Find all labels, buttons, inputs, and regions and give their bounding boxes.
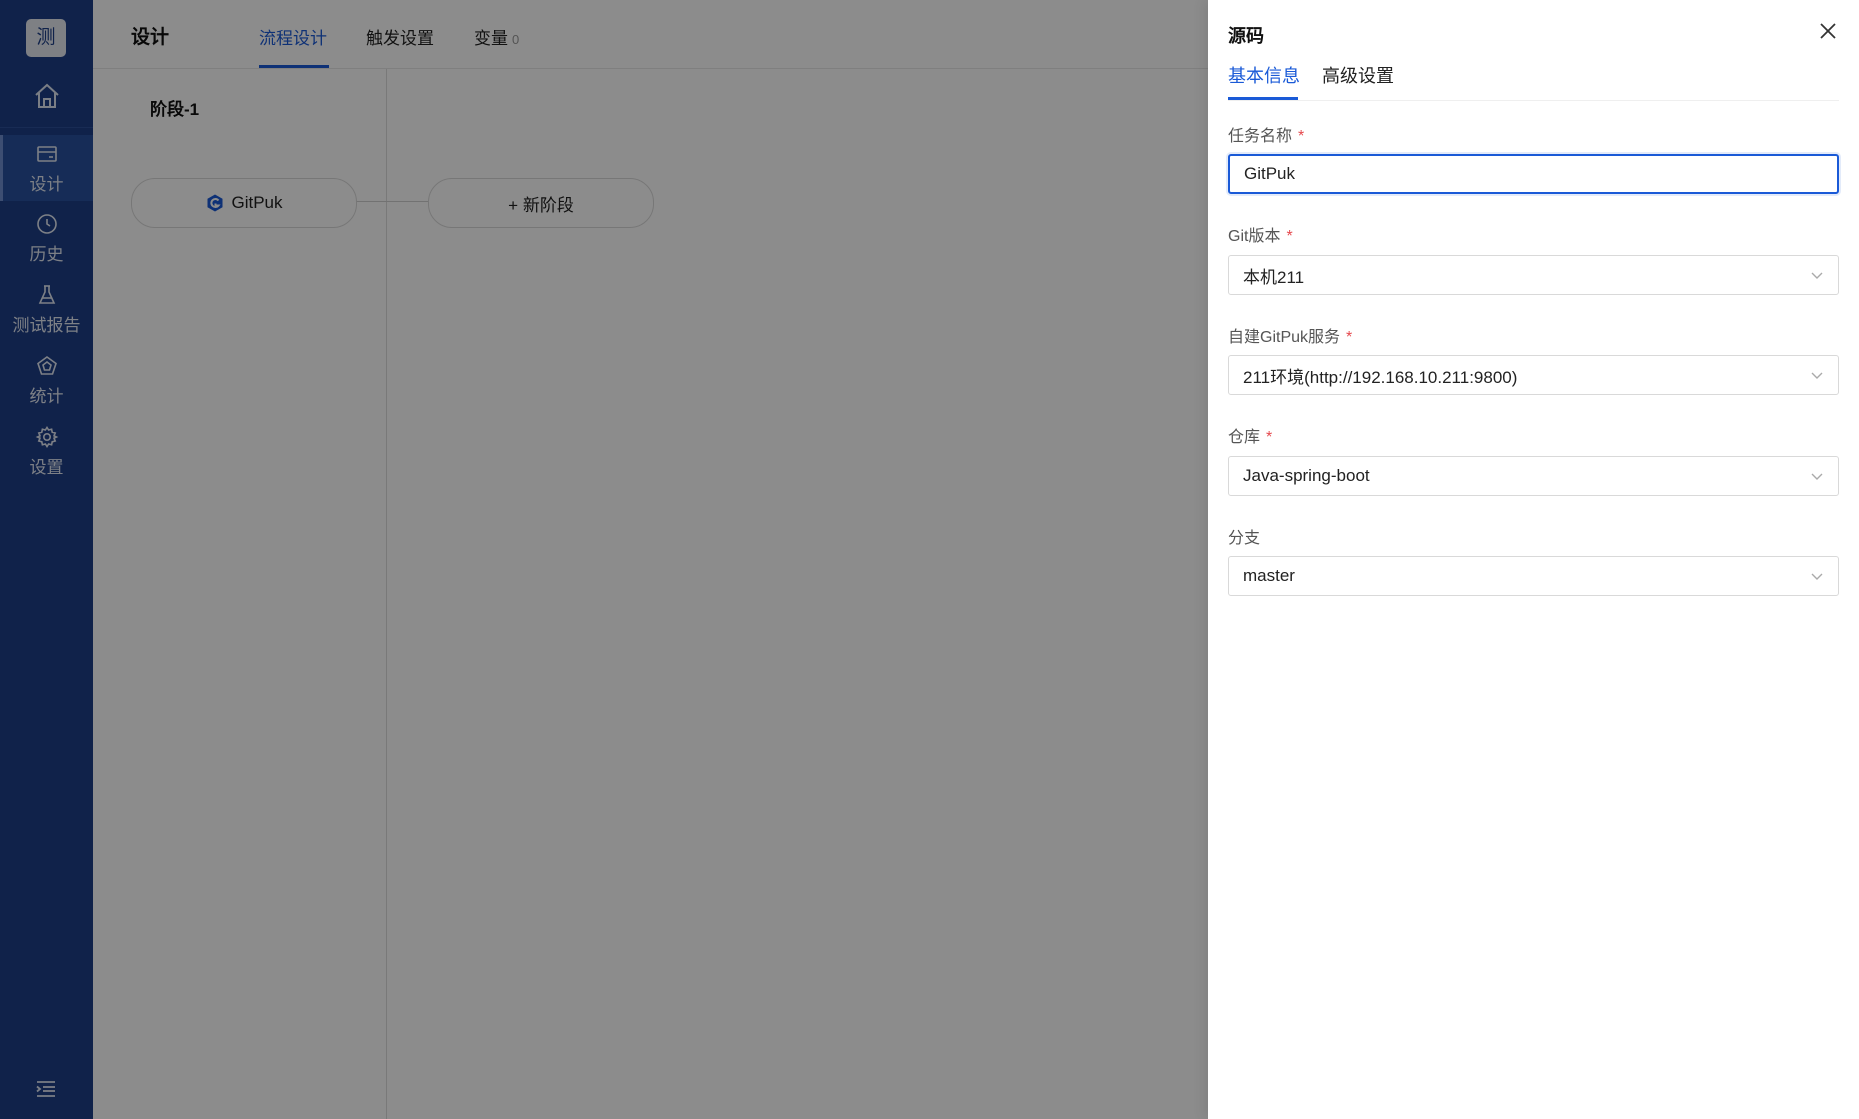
repo-label-text: 仓库 (1228, 429, 1261, 446)
repo-select[interactable]: Java-spring-boot (1228, 456, 1839, 496)
tab-basic-info[interactable]: 基本信息 (1228, 62, 1300, 88)
source-config-drawer: 源码 基本信息 高级设置 任务名称 * Git版本 * 本机211 自建GitPuk… (1208, 0, 1859, 1119)
branch-label: 分支 (1228, 524, 1260, 548)
task-name-label-text: 任务名称 (1228, 128, 1293, 145)
git-version-value: 本机211 (1243, 267, 1305, 287)
chevron-down-icon (1811, 473, 1823, 480)
drawer-tab-active-indicator (1228, 97, 1298, 100)
branch-label-text: 分支 (1228, 530, 1261, 547)
required-mark: * (1298, 128, 1305, 145)
git-version-label: Git版本 * (1228, 222, 1293, 246)
git-version-select[interactable]: 本机211 (1228, 255, 1839, 295)
gitpuk-service-label: 自建GitPuk服务 * (1228, 323, 1352, 347)
branch-select[interactable]: master (1228, 556, 1839, 596)
chevron-down-icon (1811, 372, 1823, 379)
required-mark: * (1286, 228, 1293, 245)
branch-value: master (1243, 566, 1295, 585)
gitpuk-service-value: 211环境(http://192.168.10.211:9800) (1243, 367, 1518, 387)
task-name-label: 任务名称 * (1228, 122, 1304, 146)
repo-value: Java-spring-boot (1243, 466, 1370, 485)
chevron-down-icon (1811, 272, 1823, 279)
git-version-label-text: Git版本 (1228, 228, 1281, 245)
chevron-down-icon (1811, 573, 1823, 580)
tab-advanced-settings[interactable]: 高级设置 (1322, 62, 1394, 88)
task-name-input[interactable] (1228, 154, 1839, 194)
gitpuk-service-select[interactable]: 211环境(http://192.168.10.211:9800) (1228, 355, 1839, 395)
tabs-divider (1228, 100, 1839, 101)
close-icon[interactable] (1817, 20, 1839, 42)
drawer-title: 源码 (1228, 26, 1264, 46)
required-mark: * (1346, 329, 1353, 346)
repo-label: 仓库 * (1228, 423, 1272, 447)
gitpuk-service-label-text: 自建GitPuk服务 (1228, 329, 1341, 346)
required-mark: * (1266, 429, 1273, 446)
